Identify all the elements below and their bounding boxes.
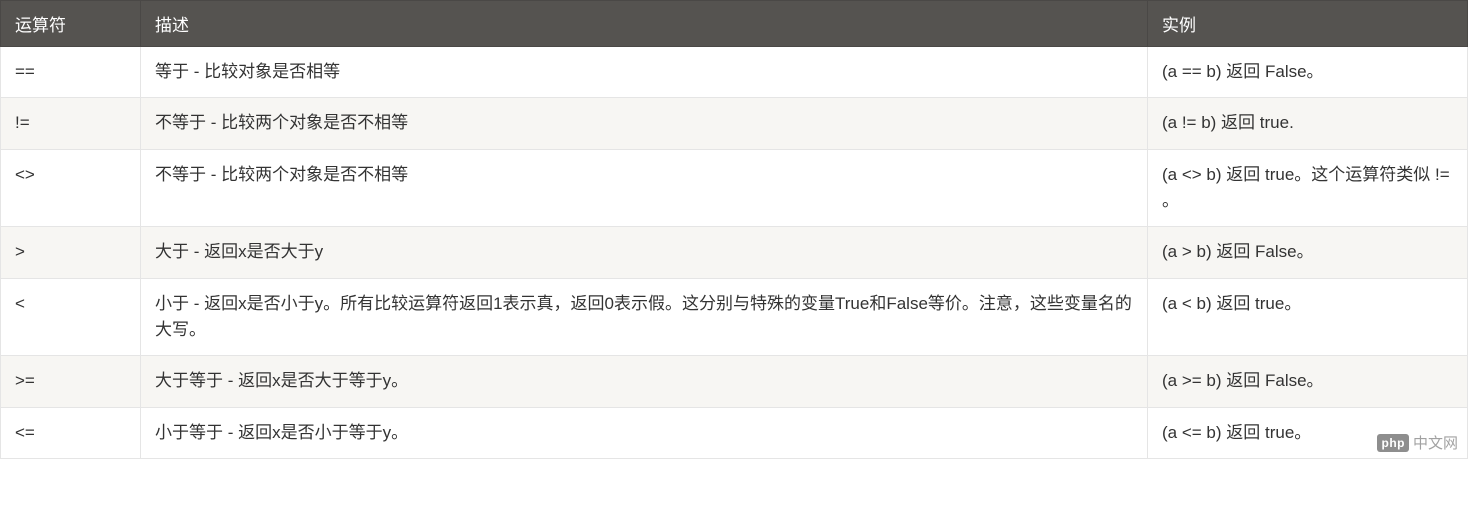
cell-example: (a <> b) 返回 true。这个运算符类似 != 。: [1148, 149, 1468, 227]
header-operator: 运算符: [1, 1, 141, 47]
cell-operator: <>: [1, 149, 141, 227]
cell-description: 大于等于 - 返回x是否大于等于y。: [141, 356, 1148, 407]
cell-description: 小于 - 返回x是否小于y。所有比较运算符返回1表示真，返回0表示假。这分别与特…: [141, 278, 1148, 356]
cell-example: (a >= b) 返回 False。: [1148, 356, 1468, 407]
cell-operator: <: [1, 278, 141, 356]
table-row: >= 大于等于 - 返回x是否大于等于y。 (a >= b) 返回 False。: [1, 356, 1468, 407]
cell-example: (a != b) 返回 true.: [1148, 98, 1468, 149]
cell-operator: !=: [1, 98, 141, 149]
table-row: <= 小于等于 - 返回x是否小于等于y。 (a <= b) 返回 true。: [1, 407, 1468, 458]
cell-example: (a <= b) 返回 true。: [1148, 407, 1468, 458]
cell-operator: <=: [1, 407, 141, 458]
table-row: < 小于 - 返回x是否小于y。所有比较运算符返回1表示真，返回0表示假。这分别…: [1, 278, 1468, 356]
table-row: == 等于 - 比较对象是否相等 (a == b) 返回 False。: [1, 47, 1468, 98]
cell-example: (a == b) 返回 False。: [1148, 47, 1468, 98]
cell-description: 大于 - 返回x是否大于y: [141, 227, 1148, 278]
table-row: > 大于 - 返回x是否大于y (a > b) 返回 False。: [1, 227, 1468, 278]
cell-example: (a < b) 返回 true。: [1148, 278, 1468, 356]
cell-operator: ==: [1, 47, 141, 98]
cell-operator: >=: [1, 356, 141, 407]
cell-operator: >: [1, 227, 141, 278]
table-header-row: 运算符 描述 实例: [1, 1, 1468, 47]
header-description: 描述: [141, 1, 1148, 47]
header-example: 实例: [1148, 1, 1468, 47]
table-row: != 不等于 - 比较两个对象是否不相等 (a != b) 返回 true.: [1, 98, 1468, 149]
cell-description: 不等于 - 比较两个对象是否不相等: [141, 98, 1148, 149]
cell-description: 不等于 - 比较两个对象是否不相等: [141, 149, 1148, 227]
cell-description: 等于 - 比较对象是否相等: [141, 47, 1148, 98]
cell-description: 小于等于 - 返回x是否小于等于y。: [141, 407, 1148, 458]
cell-example: (a > b) 返回 False。: [1148, 227, 1468, 278]
operators-table: 运算符 描述 实例 == 等于 - 比较对象是否相等 (a == b) 返回 F…: [0, 0, 1468, 459]
table-row: <> 不等于 - 比较两个对象是否不相等 (a <> b) 返回 true。这个…: [1, 149, 1468, 227]
